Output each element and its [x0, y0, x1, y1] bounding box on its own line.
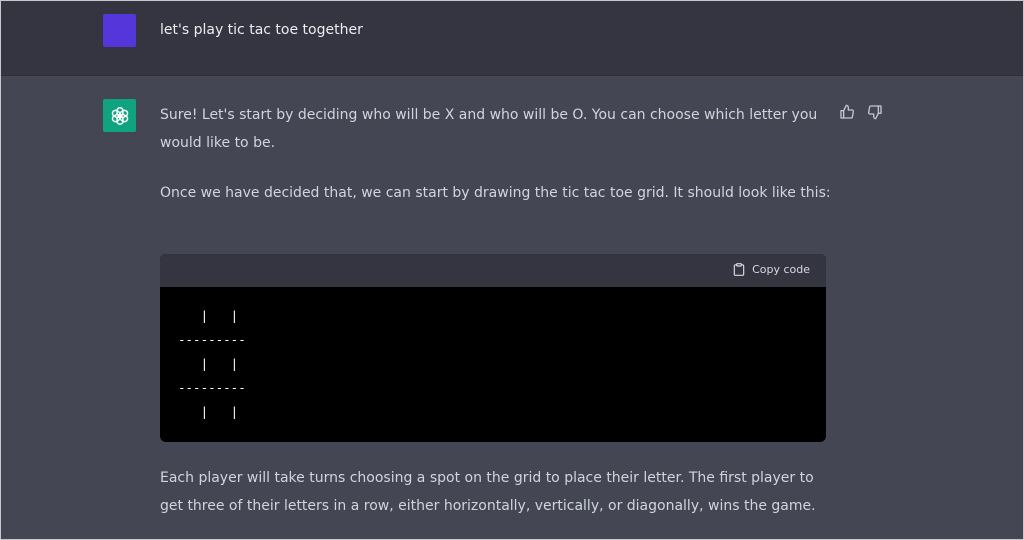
assistant-paragraph-1: Sure! Let's start by deciding who will b…: [160, 107, 818, 151]
code-block: Copy code | | --------- | | --------- | …: [160, 254, 826, 442]
thumbs-down-button[interactable]: [866, 103, 884, 121]
feedback-buttons: [838, 103, 884, 121]
thumbs-up-icon: [840, 104, 854, 119]
thumbs-down-icon: [868, 105, 882, 120]
openai-logo-icon: [111, 106, 128, 125]
copy-code-button[interactable]: Copy code: [732, 262, 810, 277]
code-content: | | --------- | | --------- | |: [178, 308, 246, 419]
assistant-paragraph-2: Once we have decided that, we can start …: [160, 185, 831, 201]
user-avatar: [103, 14, 136, 47]
clipboard-icon: [733, 263, 745, 276]
thumbs-up-button[interactable]: [838, 103, 856, 121]
assistant-avatar: [103, 99, 136, 132]
user-message-row: let's play tic tac toe together: [0, 0, 1024, 76]
copy-code-label: Copy code: [752, 263, 810, 276]
user-message-text: let's play tic tac toe together: [160, 22, 363, 38]
assistant-paragraph-3: Each player will take turns choosing a s…: [160, 470, 816, 514]
code-block-header: Copy code: [160, 254, 826, 287]
